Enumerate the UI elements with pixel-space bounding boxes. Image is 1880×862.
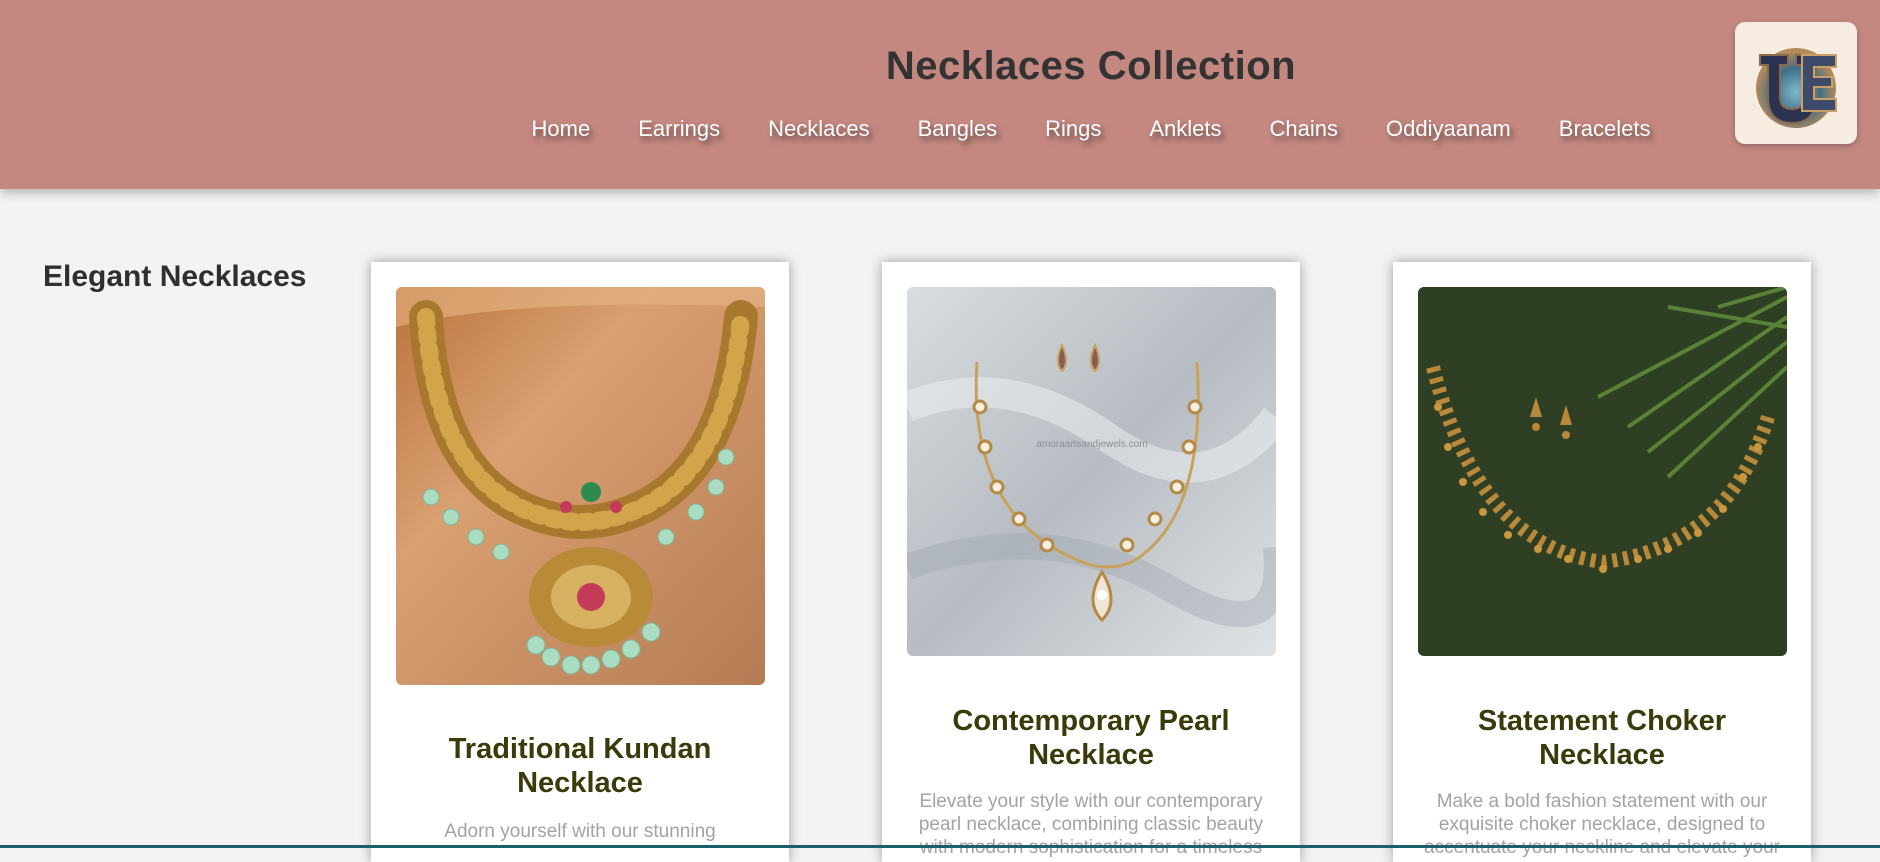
nav-link-rings[interactable]: Rings — [1045, 116, 1101, 142]
choker-necklace-image[interactable] — [1418, 287, 1787, 656]
product-title: Contemporary Pearl Necklace — [952, 705, 1230, 771]
product-description: Adorn yourself with our stunning — [444, 821, 716, 842]
site-header: Necklaces Collection Home Earrings Neckl… — [0, 0, 1880, 189]
nav-link-necklaces[interactable]: Necklaces — [768, 116, 869, 142]
main-nav: Home Earrings Necklaces Bangles Rings An… — [0, 116, 1880, 142]
product-card[interactable]: Traditional Kundan Necklace Adorn yourse… — [371, 262, 789, 862]
product-description: Elevate your style with our contemporary… — [918, 791, 1264, 858]
section-title: Elegant Necklaces — [43, 260, 307, 293]
kundan-necklace-image[interactable] — [396, 287, 765, 685]
nav-link-bangles[interactable]: Bangles — [918, 116, 998, 142]
nav-link-bracelets[interactable]: Bracelets — [1559, 116, 1651, 142]
product-title: Statement Choker Necklace — [1477, 705, 1727, 771]
logo-icon — [1756, 48, 1837, 128]
product-card[interactable]: amoraartsandjewels.com Contemporary Pear… — [882, 262, 1300, 862]
product-title: Traditional Kundan Necklace — [448, 733, 712, 799]
nav-link-chains[interactable]: Chains — [1270, 116, 1338, 142]
nav-link-oddiyaanam[interactable]: Oddiyaanam — [1386, 116, 1511, 142]
nav-link-home[interactable]: Home — [532, 116, 591, 142]
page-title: Necklaces Collection — [885, 44, 1297, 88]
watermark-text: amoraartsandjewels.com — [1036, 439, 1147, 450]
nav-link-earrings[interactable]: Earrings — [638, 116, 720, 142]
product-description: Make a bold fashion statement with our e… — [1424, 791, 1780, 858]
product-card[interactable]: Statement Choker Necklace Make a bold fa… — [1393, 262, 1811, 862]
nav-link-anklets[interactable]: Anklets — [1149, 116, 1221, 142]
logo[interactable] — [1735, 22, 1857, 144]
pearl-necklace-image[interactable]: amoraartsandjewels.com — [907, 287, 1276, 656]
